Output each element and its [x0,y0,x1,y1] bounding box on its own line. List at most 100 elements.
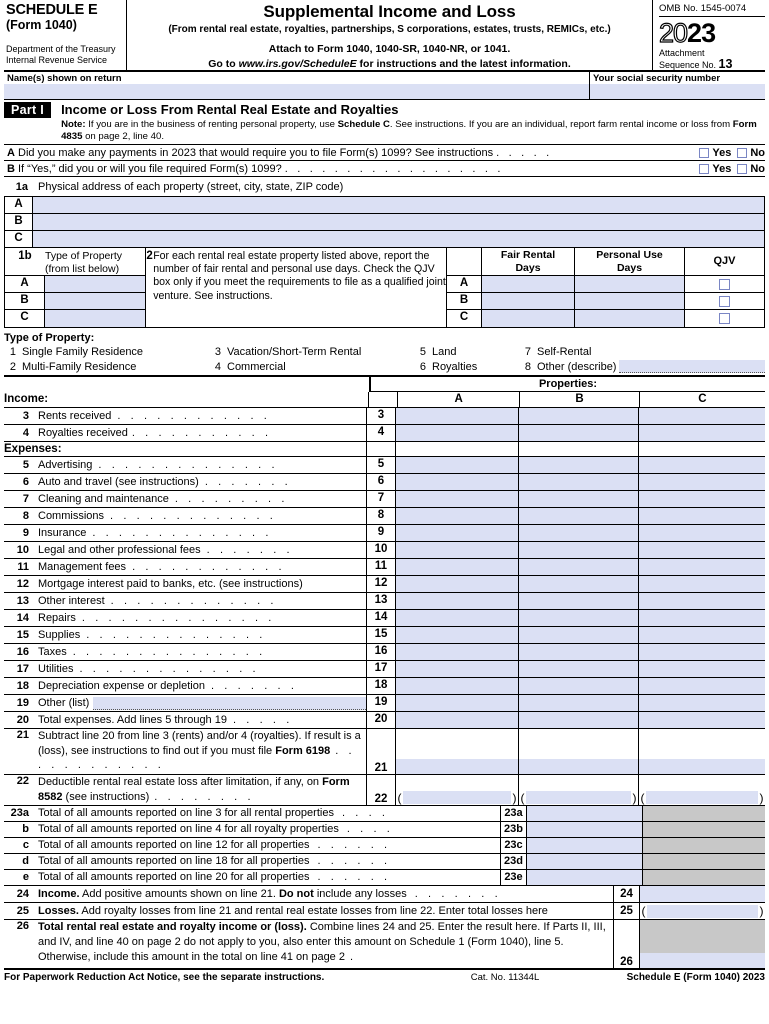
line-17-input-c[interactable] [639,661,765,677]
line-20-input-a[interactable] [396,712,519,728]
line-12-input-b[interactable] [519,576,639,592]
line-17-input-b[interactable] [519,661,639,677]
question-b-yes-label: Yes [712,162,732,175]
line-21-input-b[interactable] [519,759,638,774]
line-20-input-b[interactable] [519,712,639,728]
line-7-input-c[interactable] [639,491,765,507]
address-input-c[interactable] [33,231,764,247]
type-input-c[interactable] [45,310,145,327]
property-type-other-input[interactable] [619,360,765,373]
question-b-yes-checkbox[interactable] [699,163,710,174]
line-23b-input[interactable] [527,822,643,837]
line-7-input-b[interactable] [519,491,639,507]
line-18-input-a[interactable] [396,678,519,694]
line-22-input-b[interactable] [526,791,631,804]
line-11-input-a[interactable] [396,559,519,575]
line-20-input-c[interactable] [639,712,765,728]
line-4-input-c[interactable] [639,425,765,441]
line-7-input-a[interactable] [396,491,519,507]
fair-rental-days-input-a[interactable] [482,276,575,292]
line-3-input-b[interactable] [519,408,639,424]
line-5-input-a[interactable] [396,457,519,473]
name-input[interactable] [4,84,589,99]
ssn-input[interactable] [590,84,765,99]
line-6-input-a[interactable] [396,474,519,490]
line-4-input-a[interactable] [396,425,519,441]
qjv-checkbox-c[interactable] [719,313,730,324]
line-12-input-c[interactable] [639,576,765,592]
line-10-input-a[interactable] [396,542,519,558]
address-input-a[interactable] [33,197,764,213]
line-19-input-c[interactable] [639,695,765,711]
personal-use-days-input-c[interactable] [575,310,685,327]
question-a-yes-checkbox[interactable] [699,147,710,158]
line-13-input-c[interactable] [639,593,765,609]
line-22-input-a[interactable] [403,791,511,804]
line-22-input-c[interactable] [646,791,758,804]
fair-rental-days-input-c[interactable] [482,310,575,327]
line-23d-number: d [22,855,29,867]
header-right-block: OMB No. 1545-0074 2023 Attachment Sequen… [653,0,765,70]
line-6-input-c[interactable] [639,474,765,490]
goto-url[interactable]: www.irs.gov/ScheduleE [239,58,357,70]
property-type-6-number: 6 [419,361,426,373]
line-3-input-c[interactable] [639,408,765,424]
line-5-input-b[interactable] [519,457,639,473]
line-23d-input[interactable] [527,854,643,869]
line-9-input-b[interactable] [519,525,639,541]
line-9-input-a[interactable] [396,525,519,541]
line-17-input-a[interactable] [396,661,519,677]
type-input-a[interactable] [45,276,145,292]
line-20-dots: . . . . . [232,714,293,726]
line-19-input-b[interactable] [519,695,639,711]
line-9-input-c[interactable] [639,525,765,541]
address-input-b[interactable] [33,214,764,230]
line-13-input-a[interactable] [396,593,519,609]
income-expense-grid: Properties: Income: A B C 3 Rents receiv… [4,375,765,970]
line-21-input-c[interactable] [639,759,765,774]
line-14-input-b[interactable] [519,610,639,626]
line-23e-input[interactable] [527,870,643,885]
line-5-input-c[interactable] [639,457,765,473]
type-input-b[interactable] [45,293,145,309]
qjv-checkbox-a[interactable] [719,278,730,290]
line-21-input-a[interactable] [396,759,518,774]
line-15-number: 15 [16,629,29,641]
personal-use-days-input-b[interactable] [575,293,685,309]
line-8-input-a[interactable] [396,508,519,524]
question-b-no-checkbox[interactable] [737,163,748,174]
fair-rental-days-input-b[interactable] [482,293,575,309]
line-19-input-a[interactable] [396,695,519,711]
line-11-input-c[interactable] [639,559,765,575]
line-15-input-a[interactable] [396,627,519,643]
line-8-input-c[interactable] [639,508,765,524]
line-3-input-a[interactable] [396,408,519,424]
line-15-input-b[interactable] [519,627,639,643]
line-25-input[interactable] [647,904,758,918]
line-16-input-a[interactable] [396,644,519,660]
line-23c-input[interactable] [527,838,643,853]
line-13-input-b[interactable] [519,593,639,609]
line-10-input-c[interactable] [639,542,765,558]
line-11-input-b[interactable] [519,559,639,575]
line-19-other-input[interactable] [93,696,366,710]
line-16-input-b[interactable] [519,644,639,660]
line-12-number: 12 [16,578,29,590]
line-15-input-c[interactable] [639,627,765,643]
line-14-input-a[interactable] [396,610,519,626]
line-23a-input[interactable] [527,806,643,821]
question-a-no-checkbox[interactable] [737,147,748,158]
line-18-input-c[interactable] [639,678,765,694]
line-4-input-b[interactable] [519,425,639,441]
qjv-checkbox-b[interactable] [719,295,730,307]
line-18-input-b[interactable] [519,678,639,694]
line-10-input-b[interactable] [519,542,639,558]
line-26-input[interactable] [640,953,765,968]
line-16-input-c[interactable] [639,644,765,660]
line-14-input-c[interactable] [639,610,765,626]
line-8-input-b[interactable] [519,508,639,524]
line-6-input-b[interactable] [519,474,639,490]
line-24-input[interactable] [640,886,765,902]
line-12-input-a[interactable] [396,576,519,592]
personal-use-days-input-a[interactable] [575,276,685,292]
